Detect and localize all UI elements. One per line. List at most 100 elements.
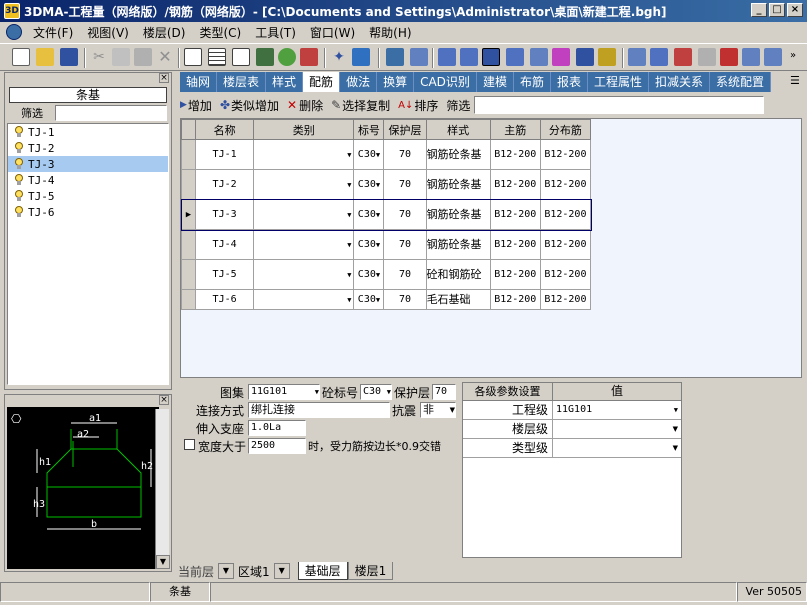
param-row[interactable]: 楼层级 ▼ xyxy=(463,420,681,439)
param-value-select[interactable]: ▼ xyxy=(553,420,681,438)
tree-item[interactable]: TJ-1 xyxy=(8,124,168,140)
menu-type[interactable]: 类型(C) xyxy=(192,24,248,41)
cell-style[interactable]: 钢筋砼条基 xyxy=(425,169,491,200)
panel-close-icon[interactable]: × xyxy=(159,73,169,83)
cell-main-rebar[interactable]: B12-200 xyxy=(489,289,541,310)
cell-dist-rebar[interactable]: B12-200 xyxy=(539,199,592,230)
list-icon[interactable] xyxy=(232,48,250,66)
add-button[interactable]: 增加 xyxy=(188,97,212,114)
cell-dist-rebar[interactable]: B12-200 xyxy=(539,139,592,170)
table-row[interactable]: TJ-1 ▼ C30▼ 70 钢筋砼条基 B12-200 B12-200 xyxy=(180,139,592,170)
cell-category[interactable]: ▼ xyxy=(253,199,355,230)
cell-main-rebar[interactable]: B12-200 xyxy=(489,139,541,170)
cell-main-rebar[interactable]: B12-200 xyxy=(489,229,541,260)
tab-model[interactable]: 建模 xyxy=(476,72,514,92)
tab-more-icon[interactable]: ☰ xyxy=(790,74,800,87)
current-row-indicator-icon[interactable]: ▶ xyxy=(180,199,197,230)
minimize-button[interactable]: _ xyxy=(751,3,767,17)
eye-icon[interactable] xyxy=(278,48,296,66)
book-icon[interactable] xyxy=(720,48,738,66)
eraser-icon[interactable] xyxy=(698,48,716,66)
search-icon[interactable] xyxy=(352,48,370,66)
menu-tools[interactable]: 工具(T) xyxy=(248,24,303,41)
opening-icon[interactable] xyxy=(552,48,570,66)
param-row[interactable]: 工程级 11G101 ▼ xyxy=(463,401,681,420)
wand-icon[interactable]: ✦ xyxy=(330,48,348,66)
tab-project-props[interactable]: 工程属性 xyxy=(587,72,649,92)
flag-icon[interactable] xyxy=(764,48,782,66)
ramp-icon[interactable] xyxy=(650,48,668,66)
cell-cover[interactable]: 70 xyxy=(383,139,427,170)
tab-report[interactable]: 报表 xyxy=(550,72,588,92)
tree-item[interactable]: TJ-2 xyxy=(8,140,168,156)
cell-grade[interactable]: C30▼ xyxy=(353,229,385,260)
cell-category[interactable]: ▼ xyxy=(253,229,355,260)
row-header[interactable] xyxy=(180,229,197,260)
pile-icon[interactable] xyxy=(628,48,646,66)
region-dropdown-icon[interactable]: ▼ xyxy=(273,563,290,579)
cell-style[interactable]: 钢筋砼条基 xyxy=(425,229,491,260)
toolbar-more-icon[interactable]: » xyxy=(790,50,796,61)
axis-grid-icon[interactable] xyxy=(386,48,404,66)
tab-place-rebar[interactable]: 布筋 xyxy=(513,72,551,92)
col-header-name[interactable]: 名称 xyxy=(195,119,255,140)
cell-main-rebar[interactable]: B12-200 xyxy=(489,199,541,230)
maximize-button[interactable]: □ xyxy=(769,3,785,17)
stair-icon[interactable] xyxy=(530,48,548,66)
seismic-select[interactable]: 非 ▼ xyxy=(420,402,456,418)
cell-name[interactable]: TJ-1 xyxy=(195,139,255,170)
scroll-down-icon[interactable]: ▼ xyxy=(156,555,170,569)
cell-cover[interactable]: 70 xyxy=(383,169,427,200)
cell-dist-rebar[interactable]: B12-200 xyxy=(539,169,592,200)
column-icon[interactable] xyxy=(576,48,594,66)
cell-style[interactable]: 钢筋砼条基 xyxy=(425,199,491,230)
wall-icon[interactable] xyxy=(438,48,456,66)
cell-category[interactable]: ▼ xyxy=(253,169,355,200)
pencil-icon[interactable] xyxy=(742,48,760,66)
copy-icon[interactable] xyxy=(112,48,130,66)
grid-filter-input[interactable] xyxy=(474,96,765,114)
cell-grade[interactable]: C30▼ xyxy=(353,199,385,230)
close-button[interactable]: × xyxy=(787,3,803,17)
diagram-scrollbar[interactable]: ▼ xyxy=(155,409,170,569)
menu-window[interactable]: 窗口(W) xyxy=(303,24,362,41)
rebar-icon[interactable] xyxy=(598,48,616,66)
col-header-dist[interactable]: 分布筋 xyxy=(539,119,592,140)
tab-floor-table[interactable]: 楼层表 xyxy=(217,72,267,92)
table-row[interactable]: TJ-5 ▼ C30▼ 70 砼和钢筋砼 B12-200 B12-200 xyxy=(180,259,592,290)
calc-icon[interactable] xyxy=(300,48,318,66)
menu-file[interactable]: 文件(F) xyxy=(26,24,80,41)
paste-icon[interactable] xyxy=(134,48,152,66)
atlas-select[interactable]: 11G101 ▼ xyxy=(248,384,320,400)
param-value-select[interactable]: 11G101 ▼ xyxy=(553,401,681,419)
slab-icon[interactable] xyxy=(506,48,524,66)
conn-input[interactable]: 绑扎连接 xyxy=(248,402,390,418)
table-row[interactable]: TJ-2 ▼ C30▼ 70 钢筋砼条基 B12-200 B12-200 xyxy=(180,169,592,200)
cover-input[interactable]: 70 xyxy=(432,384,456,400)
cell-category[interactable]: ▼ xyxy=(253,139,355,170)
cell-style[interactable]: 毛石基础 xyxy=(425,289,491,310)
col-header-style[interactable]: 样式 xyxy=(425,119,491,140)
brick-icon[interactable] xyxy=(674,48,692,66)
beam-icon[interactable] xyxy=(460,48,478,66)
menu-help[interactable]: 帮助(H) xyxy=(362,24,418,41)
cell-cover[interactable]: 70 xyxy=(383,199,427,230)
select-copy-button[interactable]: 选择复制 xyxy=(342,97,390,114)
cut-icon[interactable]: ✂ xyxy=(90,48,108,66)
table-row[interactable]: TJ-6 ▼ C30▼ 70 毛石基础 B12-200 B12-200 xyxy=(180,289,592,310)
floor-tab-foundation[interactable]: 基础层 xyxy=(297,562,348,580)
app-menu-icon[interactable] xyxy=(6,24,22,40)
tab-rebar[interactable]: 配筋 xyxy=(303,72,341,92)
floor-tab-1[interactable]: 楼层1 xyxy=(347,562,394,580)
cell-name[interactable]: TJ-2 xyxy=(195,169,255,200)
cell-main-rebar[interactable]: B12-200 xyxy=(489,169,541,200)
tab-deduction[interactable]: 扣减关系 xyxy=(649,72,711,92)
cell-grade[interactable]: C30▼ xyxy=(353,169,385,200)
tree-item[interactable]: TJ-6 xyxy=(8,204,168,220)
grade-select[interactable]: C30 ▼ xyxy=(360,384,392,400)
image-icon[interactable] xyxy=(256,48,274,66)
cell-name[interactable]: TJ-5 xyxy=(195,259,255,290)
tab-axis[interactable]: 轴网 xyxy=(180,72,218,92)
col-header-main[interactable]: 主筋 xyxy=(489,119,541,140)
cell-grade[interactable]: C30▼ xyxy=(353,139,385,170)
